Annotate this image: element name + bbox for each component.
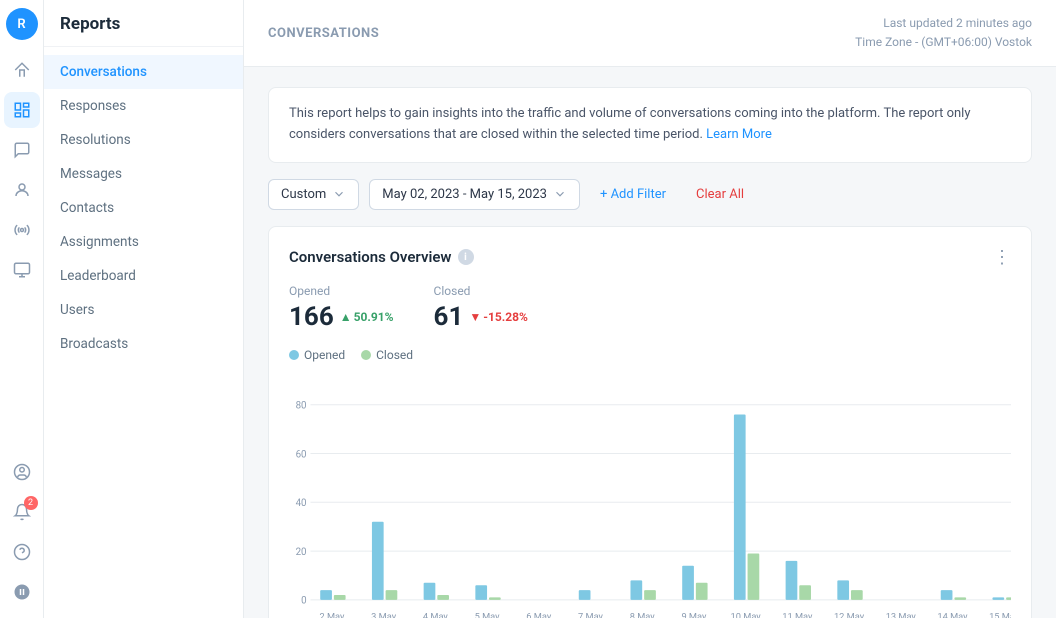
- closed-value: 61 ▼ -15.28%: [434, 302, 528, 332]
- stat-opened: Opened 166 ▲ 50.91%: [289, 284, 394, 332]
- sidebar-item-messages[interactable]: Messages: [44, 157, 243, 191]
- chart-header: Conversations Overview i ⋮: [289, 247, 1011, 268]
- svg-text:13 May: 13 May: [886, 611, 917, 618]
- svg-text:40: 40: [296, 498, 307, 509]
- legend-closed: Closed: [361, 348, 413, 362]
- closed-label: Closed: [434, 284, 528, 298]
- main-content: CONVERSATIONS Last updated 2 minutes ago…: [244, 0, 1056, 618]
- svg-text:15 May: 15 May: [989, 611, 1011, 618]
- stats-row: Opened 166 ▲ 50.91% Closed 61 ▼: [289, 284, 1011, 332]
- timezone: Time Zone - (GMT+06:00) Vostok: [855, 33, 1032, 52]
- sidebar-item-conversations[interactable]: Conversations: [44, 55, 243, 89]
- arrow-up-icon: ▲: [340, 310, 352, 324]
- stat-closed: Closed 61 ▼ -15.28%: [434, 284, 528, 332]
- info-icon[interactable]: i: [458, 249, 474, 265]
- last-updated: Last updated 2 minutes ago: [855, 14, 1032, 33]
- main-header: CONVERSATIONS Last updated 2 minutes ago…: [244, 0, 1056, 67]
- legend-dot-opened: [289, 350, 299, 360]
- chevron-down-icon: [332, 187, 346, 201]
- sidebar-item-broadcasts[interactable]: Broadcasts: [44, 327, 243, 361]
- date-range-filter[interactable]: May 02, 2023 - May 15, 2023: [369, 179, 580, 210]
- sidebar-nav: Conversations Responses Resolutions Mess…: [44, 47, 243, 369]
- nav-icon-user-circle[interactable]: [4, 454, 40, 490]
- page-title: CONVERSATIONS: [268, 26, 379, 41]
- nav-icon-help[interactable]: [4, 534, 40, 570]
- arrow-down-icon: ▼: [469, 310, 481, 324]
- svg-text:4 May: 4 May: [423, 611, 449, 618]
- chevron-down-icon-2: [553, 187, 567, 201]
- svg-text:14 May: 14 May: [937, 611, 968, 618]
- sidebar-item-users[interactable]: Users: [44, 293, 243, 327]
- chart-legend: Opened Closed: [289, 348, 1011, 362]
- svg-text:3 May: 3 May: [371, 611, 397, 618]
- svg-text:7 May: 7 May: [578, 611, 604, 618]
- description-box: This report helps to gain insights into …: [268, 87, 1032, 163]
- sidebar: Reports Conversations Responses Resoluti…: [44, 0, 244, 618]
- sidebar-item-assignments[interactable]: Assignments: [44, 225, 243, 259]
- nav-icon-home[interactable]: [4, 52, 40, 88]
- preset-label: Custom: [281, 187, 326, 202]
- header-meta: Last updated 2 minutes ago Time Zone - (…: [855, 14, 1032, 52]
- svg-text:11 May: 11 May: [782, 611, 813, 618]
- nav-icon-settings-alt[interactable]: [4, 252, 40, 288]
- main-body: This report helps to gain insights into …: [244, 67, 1056, 618]
- svg-text:0: 0: [301, 596, 306, 607]
- legend-label-closed: Closed: [376, 348, 413, 362]
- legend-dot-closed: [361, 350, 371, 360]
- chart-svg: 80 60 40 20 0: [289, 374, 1011, 618]
- sidebar-title: Reports: [44, 0, 243, 47]
- sidebar-item-leaderboard[interactable]: Leaderboard: [44, 259, 243, 293]
- nav-icon-broadcast[interactable]: [4, 212, 40, 248]
- chart-title-row: Conversations Overview i: [289, 248, 474, 266]
- preset-filter[interactable]: Custom: [268, 179, 359, 210]
- svg-text:80: 80: [296, 401, 307, 412]
- chart-title: Conversations Overview: [289, 248, 452, 266]
- chart-card: Conversations Overview i ⋮ Opened 166 ▲ …: [268, 226, 1032, 618]
- svg-text:10 May: 10 May: [731, 611, 762, 618]
- nav-icon-reports[interactable]: [4, 92, 40, 128]
- avatar: R: [6, 8, 38, 40]
- description-text: This report helps to gain insights into …: [289, 106, 970, 142]
- sidebar-item-contacts[interactable]: Contacts: [44, 191, 243, 225]
- svg-text:5 May: 5 May: [475, 611, 501, 618]
- svg-text:60: 60: [296, 449, 307, 460]
- svg-text:9 May: 9 May: [681, 611, 707, 618]
- learn-more-link[interactable]: Learn More: [706, 127, 772, 142]
- nav-icon-contacts[interactable]: [4, 172, 40, 208]
- more-options-icon[interactable]: ⋮: [993, 247, 1011, 268]
- legend-label-opened: Opened: [304, 348, 345, 362]
- svg-text:6 May: 6 May: [526, 611, 552, 618]
- filters-row: Custom May 02, 2023 - May 15, 2023 + Add…: [268, 179, 1032, 210]
- opened-change: ▲ 50.91%: [340, 310, 394, 324]
- svg-text:20: 20: [296, 547, 307, 558]
- sidebar-item-responses[interactable]: Responses: [44, 89, 243, 123]
- nav-icon-chatwoot[interactable]: [4, 574, 40, 610]
- notification-badge: 2: [24, 496, 38, 510]
- clear-all-button[interactable]: Clear All: [686, 180, 754, 209]
- date-range-label: May 02, 2023 - May 15, 2023: [382, 187, 547, 202]
- svg-text:2 May: 2 May: [319, 611, 345, 618]
- svg-text:8 May: 8 May: [630, 611, 656, 618]
- nav-icon-conversations[interactable]: [4, 132, 40, 168]
- opened-value: 166 ▲ 50.91%: [289, 302, 394, 332]
- opened-label: Opened: [289, 284, 394, 298]
- chart-area: 80 60 40 20 0: [289, 374, 1011, 618]
- legend-opened: Opened: [289, 348, 345, 362]
- icon-bar: R 2: [0, 0, 44, 618]
- svg-text:12 May: 12 May: [834, 611, 865, 618]
- add-filter-button[interactable]: + Add Filter: [590, 180, 676, 209]
- sidebar-item-resolutions[interactable]: Resolutions: [44, 123, 243, 157]
- closed-change: ▼ -15.28%: [469, 310, 528, 324]
- nav-icon-notifications[interactable]: 2: [4, 494, 40, 530]
